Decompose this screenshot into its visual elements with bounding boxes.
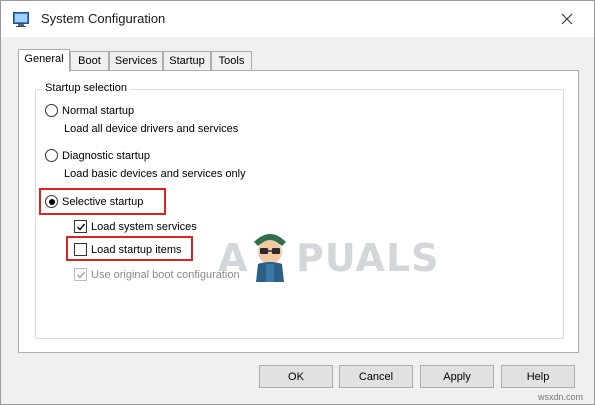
system-config-icon — [13, 12, 29, 27]
site-label: wsxdn.com — [538, 392, 584, 402]
highlight-load-startup-items — [66, 236, 193, 261]
use-original-boot-checkbox: Use original boot configuration — [74, 268, 240, 281]
system-configuration-window: System Configuration General Boot Servic… — [0, 0, 595, 405]
checkbox[interactable] — [74, 220, 87, 233]
diagnostic-startup-radio[interactable]: Diagnostic startup — [45, 149, 150, 162]
radio-button[interactable] — [45, 104, 58, 117]
close-button[interactable] — [549, 5, 585, 33]
watermark-text-left: A — [218, 236, 249, 280]
highlight-selective-startup — [39, 188, 166, 215]
watermark-text-right: PUALS — [296, 236, 440, 280]
tab-startup[interactable]: Startup — [163, 51, 211, 71]
checkmark-icon — [76, 271, 85, 279]
normal-startup-description: Load all device drivers and services — [64, 123, 239, 135]
mascot-logo-icon — [254, 234, 286, 282]
checkmark-icon — [76, 223, 85, 231]
close-icon — [561, 13, 573, 25]
radio-button[interactable] — [45, 149, 58, 162]
title-bar[interactable]: System Configuration — [1, 1, 594, 37]
tab-boot[interactable]: Boot — [70, 51, 109, 71]
ok-button[interactable]: OK — [259, 365, 333, 388]
window-title: System Configuration — [41, 11, 166, 26]
tab-general[interactable]: General — [18, 49, 70, 72]
help-button[interactable]: Help — [501, 365, 575, 388]
checkbox-disabled — [74, 268, 87, 281]
normal-startup-radio[interactable]: Normal startup — [45, 104, 134, 117]
diagnostic-startup-label: Diagnostic startup — [62, 149, 151, 162]
tab-services[interactable]: Services — [109, 51, 163, 71]
cancel-button[interactable]: Cancel — [339, 365, 413, 388]
apply-button[interactable]: Apply — [420, 365, 494, 388]
normal-startup-label: Normal startup — [62, 104, 135, 117]
startup-selection-label: Startup selection — [42, 82, 130, 94]
appuals-watermark: A PUALS — [218, 224, 439, 286]
load-system-services-label: Load system services — [91, 220, 197, 233]
tab-tools[interactable]: Tools — [211, 51, 252, 71]
diagnostic-startup-description: Load basic devices and services only — [64, 168, 246, 180]
load-system-services-checkbox[interactable]: Load system services — [74, 220, 197, 233]
